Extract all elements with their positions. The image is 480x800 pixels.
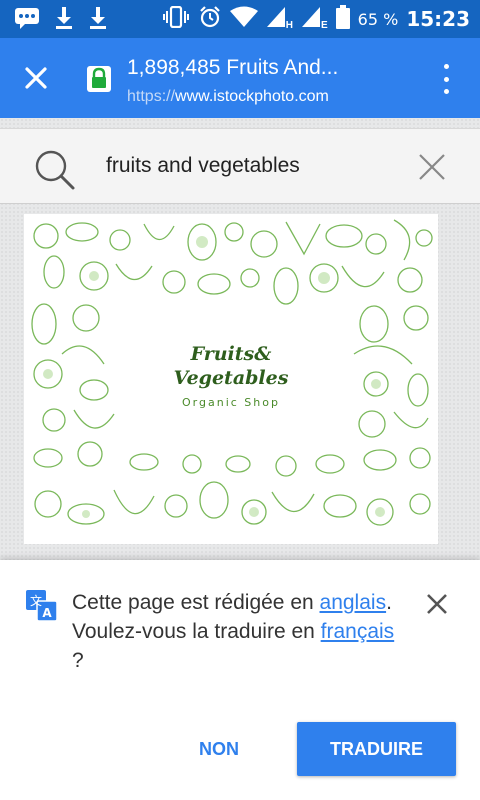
- clock: 15:23: [406, 7, 470, 31]
- wifi-icon: [229, 6, 258, 33]
- svg-text:文: 文: [30, 593, 42, 608]
- signal-icon: [301, 6, 321, 33]
- lock-icon[interactable]: [87, 66, 111, 92]
- translate-message-part1: Cette page est rédigée en: [72, 591, 320, 614]
- overflow-menu-icon[interactable]: [438, 64, 454, 94]
- clear-search-icon[interactable]: [416, 151, 448, 183]
- logo-subtitle: Organic Shop: [182, 396, 280, 409]
- search-bar[interactable]: fruits and vegetables: [0, 128, 480, 204]
- download-icon: [88, 6, 108, 35]
- page-url: https://www.istockphoto.com: [127, 88, 329, 106]
- url-host: www.istockphoto.com: [175, 88, 329, 105]
- message-icon: [14, 7, 40, 34]
- alarm-icon: [198, 5, 222, 34]
- battery-icon: [335, 4, 350, 34]
- translate-button[interactable]: TRADUIRE: [297, 722, 456, 776]
- download-icon: [54, 6, 74, 35]
- vibrate-icon: [162, 5, 190, 33]
- decline-translate-button[interactable]: NON: [178, 722, 260, 776]
- svg-text:A: A: [42, 606, 52, 620]
- search-icon[interactable]: [32, 147, 76, 191]
- url-protocol: https://: [127, 88, 176, 105]
- target-language-link[interactable]: français: [321, 620, 395, 643]
- close-icon[interactable]: [18, 60, 54, 96]
- custom-tab-toolbar: 1,898,485 Fruits And... https://www.isto…: [0, 38, 480, 118]
- translate-message-part3: ?: [72, 649, 84, 672]
- web-content: fruits and vegetables Fruits& Vegetables…: [0, 118, 480, 560]
- logo-title-line2: Vegetables: [173, 367, 289, 389]
- close-icon[interactable]: [425, 592, 449, 616]
- stock-image[interactable]: Fruits& Vegetables Organic Shop: [24, 214, 438, 544]
- signal-icon: [266, 6, 286, 33]
- network-type-label: H: [285, 19, 293, 31]
- translate-infobar: 文 A Cette page est rédigée en anglais. V…: [0, 560, 480, 800]
- search-input[interactable]: fruits and vegetables: [106, 154, 300, 178]
- translate-icon: 文 A: [26, 590, 58, 622]
- translate-message: Cette page est rédigée en anglais. Voule…: [72, 588, 402, 675]
- logo-title-line1: Fruits&: [190, 343, 272, 365]
- status-bar: H E 65 % 15:23: [0, 0, 480, 38]
- network-type-label: E: [321, 19, 328, 31]
- battery-percent: 65 %: [357, 9, 399, 29]
- source-language-link[interactable]: anglais: [320, 591, 387, 614]
- logo-panel: Fruits& Vegetables Organic Shop: [124, 312, 338, 440]
- page-title: 1,898,485 Fruits And...: [127, 56, 339, 79]
